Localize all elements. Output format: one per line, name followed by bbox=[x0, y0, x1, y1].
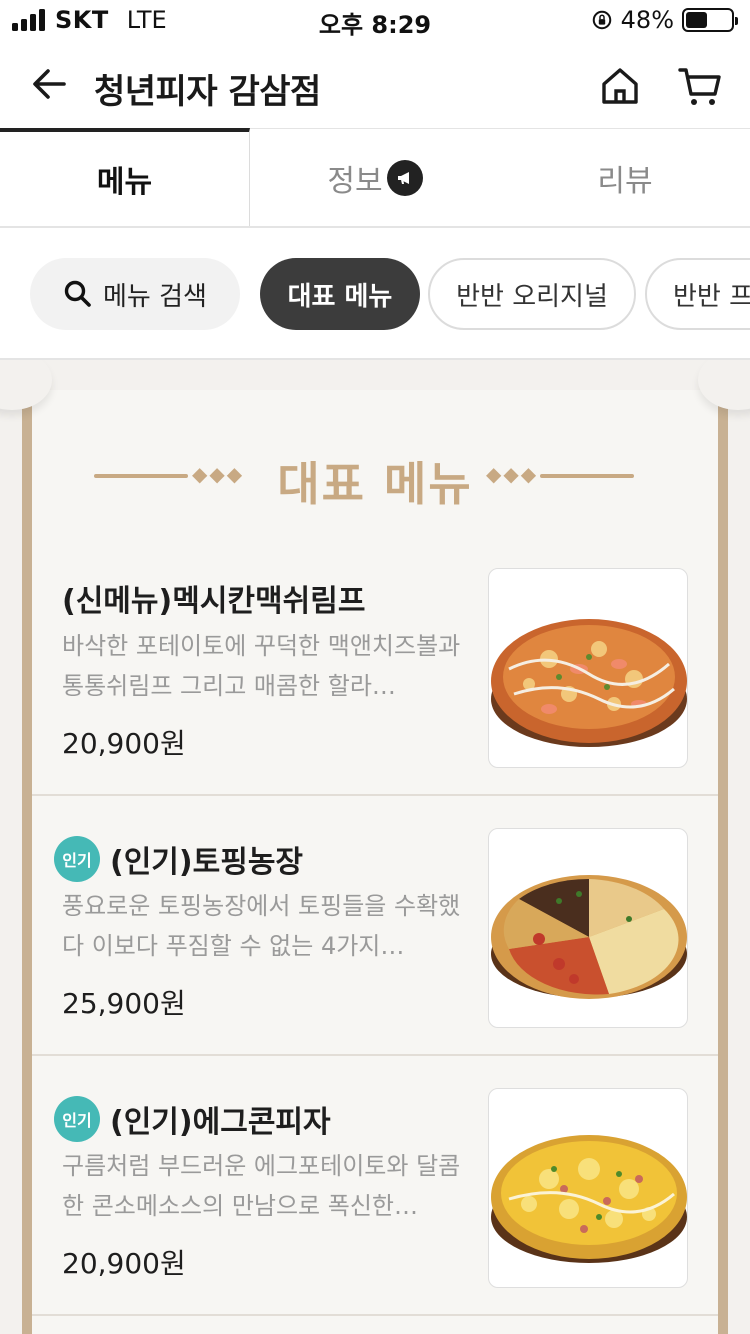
popular-badge: 인기 bbox=[54, 1096, 100, 1142]
menu-item-description: 바삭한 포테이토에 꾸덕한 맥앤치즈볼과 통통쉬림프 그리고 매콤한 할라… bbox=[62, 632, 461, 700]
home-icon[interactable] bbox=[598, 64, 642, 108]
menu-item-name-text: (신메뉴)멕시칸맥쉬림프 bbox=[62, 584, 366, 619]
chip-half-original[interactable]: 반반 오리지널 bbox=[428, 258, 636, 330]
page-title: 청년피자 감삼점 bbox=[94, 72, 321, 112]
menu-item[interactable]: 인기 (인기)토핑농장 풍요로운 토핑농장에서 토핑들을 수확했다 이보다 푸짐… bbox=[32, 796, 718, 1056]
menu-item-name: 인기 (인기)토핑농장 bbox=[54, 836, 304, 882]
menu-item[interactable]: (신메뉴)멕시칸맥쉬림프 바삭한 포테이토에 꾸덕한 맥앤치즈볼과 통통쉬림프 … bbox=[32, 536, 718, 796]
menu-item[interactable]: 인기 (인기)에그콘피자 구름처럼 부드러운 에그포테이토와 달콤한 콘소메소스… bbox=[32, 1056, 718, 1316]
status-bar: SKT LTE 오후 8:29 48% bbox=[0, 0, 750, 40]
menu-item-description: 풍요로운 토핑농장에서 토핑들을 수확했다 이보다 푸짐할 수 없는 4가지… bbox=[62, 892, 461, 960]
menu-item-name: 인기 (인기)에그콘피자 bbox=[54, 1096, 331, 1142]
battery-percent: 48% bbox=[620, 6, 674, 34]
pizza-image bbox=[488, 568, 688, 768]
pizza-image bbox=[488, 828, 688, 1028]
battery-fill bbox=[686, 12, 708, 28]
menu-item-name-text: (인기)에그콘피자 bbox=[110, 1105, 331, 1140]
status-right: 48% bbox=[591, 6, 738, 34]
menu-search-button[interactable]: 메뉴 검색 bbox=[30, 258, 240, 330]
popular-badge: 인기 bbox=[54, 836, 100, 882]
app-header: 청년피자 감삼점 bbox=[0, 40, 750, 130]
cart-icon[interactable] bbox=[677, 64, 723, 108]
menu-item-price: 20,900원 bbox=[62, 1247, 186, 1280]
megaphone-icon bbox=[386, 159, 423, 196]
menu-search-label: 메뉴 검색 bbox=[103, 281, 207, 312]
item-divider bbox=[32, 1314, 718, 1316]
tab-menu[interactable]: 메뉴 bbox=[0, 128, 250, 226]
ornament-line-right bbox=[540, 474, 634, 478]
search-icon bbox=[64, 280, 91, 307]
menu-item-description: 구름처럼 부드러운 에그포테이토와 달콤한 콘소메소스의 만남으로 폭신한… bbox=[62, 1152, 461, 1220]
menu-item-price: 25,900원 bbox=[62, 987, 186, 1020]
pizza-image bbox=[488, 1088, 688, 1288]
tab-info[interactable]: 정보 bbox=[250, 128, 500, 226]
category-chips: 메뉴 검색 대표 메뉴 반반 오리지널 반반 프 bbox=[0, 230, 750, 360]
chip-half-premium[interactable]: 반반 프 bbox=[645, 258, 750, 330]
tab-menu-label: 메뉴 bbox=[96, 165, 153, 200]
section-header: ◆◆◆ 대표 메뉴 ◆◆◆ bbox=[0, 448, 750, 511]
tab-review-label: 리뷰 bbox=[597, 163, 653, 199]
menu-item-price: 20,900원 bbox=[62, 727, 186, 760]
menu-item-name: (신메뉴)멕시칸맥쉬림프 bbox=[62, 576, 365, 620]
tab-bar: 메뉴 정보 리뷰 bbox=[0, 128, 750, 228]
section-title: 대표 메뉴 bbox=[277, 457, 473, 511]
chip-main-menu[interactable]: 대표 메뉴 bbox=[260, 258, 420, 330]
tab-info-label: 정보 bbox=[327, 163, 383, 199]
menu-list-area[interactable]: ◆◆◆ 대표 메뉴 ◆◆◆ (신메뉴)멕시칸맥쉬림프 바삭한 포테이토에 꾸덕한… bbox=[0, 360, 750, 1334]
menu-item-name-text: (인기)토핑농장 bbox=[110, 845, 304, 880]
tab-review[interactable]: 리뷰 bbox=[500, 128, 750, 226]
battery-icon bbox=[682, 8, 738, 32]
rotation-lock-icon bbox=[592, 10, 611, 30]
ornament-diamonds-right: ◆◆◆ bbox=[486, 462, 539, 486]
back-arrow-icon[interactable] bbox=[28, 62, 72, 106]
